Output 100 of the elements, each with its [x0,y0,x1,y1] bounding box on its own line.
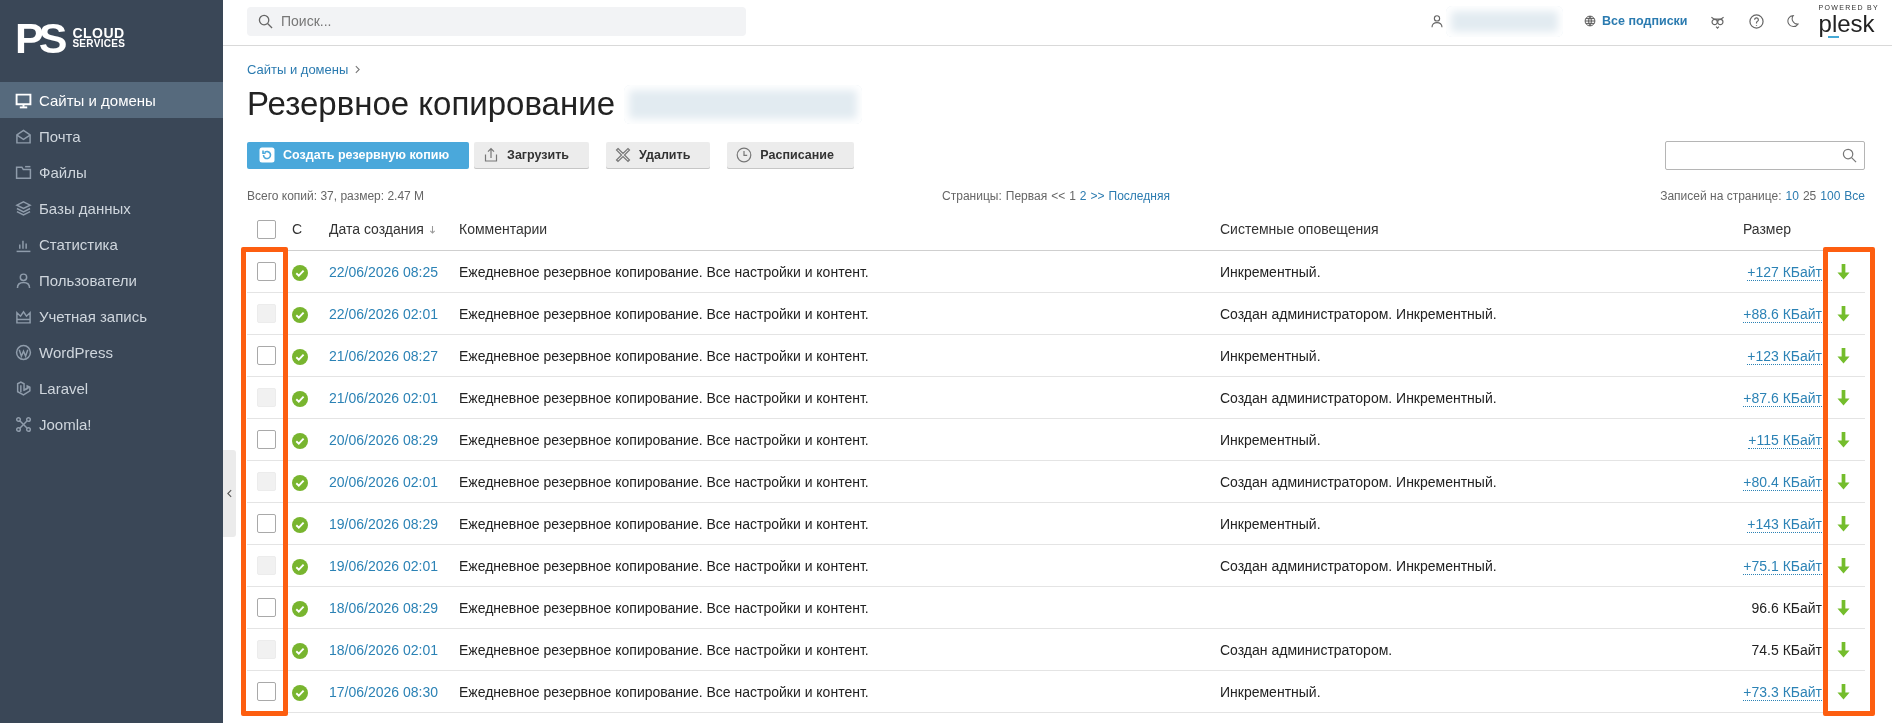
row-checkbox[interactable] [256,346,276,365]
column-header[interactable]: Размер [1742,221,1791,237]
row-checkbox[interactable] [256,514,276,533]
help-icon[interactable] [1748,13,1764,29]
column-header[interactable]: С [292,221,303,237]
backup-summary-text: Всего копий: 37, размер: 2.47 M [247,188,425,204]
download-button[interactable] [1837,305,1850,322]
per-page-option[interactable]: 10 [1785,188,1799,204]
sidebar-item[interactable]: Сайты и домены [0,82,223,118]
pagination-link[interactable]: 2 [1079,188,1087,204]
per-page-option[interactable]: 25 [1802,188,1817,204]
row-checkbox[interactable] [256,430,276,449]
crown-icon [15,307,32,325]
moon-icon[interactable] [1785,14,1799,28]
down-arrow-icon [1837,263,1850,280]
download-button[interactable] [1837,557,1850,574]
row-checkbox[interactable] [256,262,276,281]
letter-w-circle-icon [15,343,32,361]
sidebar-item[interactable]: Статистика [0,226,223,262]
sidebar-item[interactable]: Базы данных [0,190,223,226]
down-arrow-icon [1837,515,1850,532]
page-title: Резервное копирование [247,84,615,124]
sidebar-item[interactable]: Учетная запись [0,298,223,334]
size-link[interactable]: +127 КБайт [1747,263,1822,281]
pagination-link[interactable]: Последняя [1108,188,1170,204]
comment-cell: Ежедневное резервное копирование. Все настройки и контент. [459,305,869,322]
sidebar-item[interactable]: Почта [0,118,223,154]
down-arrow-icon [1837,641,1850,658]
size-cell: 74.5 КБайт [1751,641,1822,658]
notes-cell: Создан администратором. Инкрементный. [1220,305,1497,322]
chevron-right-icon [355,64,361,74]
date-link[interactable]: 21/06/2026 08:27 [329,347,438,364]
chevron-left-icon [227,489,232,498]
create-backup-button[interactable]: Создать резервную копию [247,141,470,169]
pagination-link[interactable]: >> [1090,188,1105,204]
clock-icon [736,147,753,163]
user-icon[interactable] [1430,14,1445,28]
size-link[interactable]: +123 КБайт [1747,347,1822,365]
notes-cell: Инкрементный. [1220,263,1321,280]
download-button[interactable] [1837,389,1850,406]
date-link[interactable]: 18/06/2026 08:29 [329,599,438,616]
column-header[interactable]: Системные оповещения [1220,221,1379,237]
folder-icon [15,163,32,181]
download-button[interactable] [1837,683,1850,700]
notes-cell: Инкрементный. [1220,347,1321,364]
down-arrow-icon [1837,557,1850,574]
sidebar-item[interactable]: Файлы [0,154,223,190]
select-all-checkbox[interactable] [256,219,276,239]
date-link[interactable]: 19/06/2026 08:29 [329,515,438,532]
row-checkbox[interactable] [256,682,276,701]
comment-cell: Ежедневное резервное копирование. Все настройки и контент. [459,599,869,616]
knot-icon [15,415,32,433]
column-header[interactable]: Дата создания [329,221,436,237]
search-field[interactable]: Поиск... [247,6,746,36]
download-button[interactable] [1837,599,1850,616]
down-arrow-icon [1837,599,1850,616]
notes-cell: Создан администратором. Инкрементный. [1220,389,1497,406]
down-arrow-icon [1837,683,1850,700]
sidebar-item[interactable]: Joomla! [0,406,223,442]
download-button[interactable] [1837,641,1850,658]
download-button[interactable] [1837,263,1850,280]
down-arrow-icon [1837,473,1850,490]
date-link[interactable]: 17/06/2026 08:30 [329,683,438,700]
pagination-text: 1 [1069,188,1076,204]
monitor-icon [15,91,32,109]
comment-cell: Ежедневное резервное копирование. Все настройки и контент. [459,263,869,280]
notes-cell: Создан администратором. [1220,641,1393,658]
schedule-button[interactable]: Расписание [727,141,854,169]
notes-cell: Инкрементный. [1220,515,1321,532]
column-header[interactable]: Комментарии [459,221,548,237]
notes-cell: Инкрементный. [1220,431,1321,448]
comment-cell: Ежедневное резервное копирование. Все настройки и контент. [459,431,869,448]
upload-button[interactable]: Загрузить [474,141,590,169]
row-checkbox[interactable] [256,598,276,617]
search-icon [1842,147,1857,163]
download-button[interactable] [1837,473,1850,490]
logo-text: CLOUD [72,27,126,39]
upload-icon [483,147,500,163]
download-button[interactable] [1837,347,1850,364]
date-link[interactable]: 20/06/2026 08:29 [329,431,438,448]
per-page-option[interactable]: 100 [1820,188,1841,204]
size-link[interactable]: +143 КБайт [1747,515,1822,533]
sidebar-item[interactable]: WordPress [0,334,223,370]
delete-button[interactable]: Удалить [606,141,711,169]
breadcrumb-link[interactable]: Сайты и домены [247,61,349,77]
subscriptions-link[interactable]: Все подписки [1584,14,1688,28]
per-page-option[interactable]: Все [1844,188,1865,204]
download-button[interactable] [1837,431,1850,448]
down-arrow-icon [1837,347,1850,364]
size-link[interactable]: +115 КБайт [1748,431,1822,449]
pagination-text: Первая [1005,188,1048,204]
sidebar-item[interactable]: Пользователи [0,262,223,298]
filter-search-field[interactable] [1665,140,1865,170]
download-button[interactable] [1837,515,1850,532]
comment-cell: Ежедневное резервное копирование. Все настройки и контент. [459,473,869,490]
size-link[interactable]: +73.3 КБайт [1743,683,1822,701]
date-link[interactable]: 22/06/2026 08:25 [329,263,438,280]
sidebar-item[interactable]: Laravel [0,370,223,406]
notes-cell: Создан администратором. Инкрементный. [1220,473,1497,490]
comment-cell: Ежедневное резервное копирование. Все настройки и контент. [459,389,869,406]
